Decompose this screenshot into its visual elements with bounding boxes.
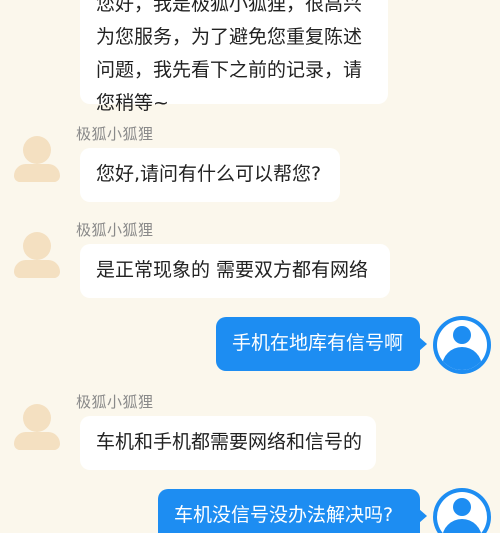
bot-message-bubble: 是正常现象的 需要双方都有网络 (80, 244, 390, 298)
bot-message-bubble: 车机和手机都需要网络和信号的 (80, 416, 376, 470)
user-avatar[interactable] (433, 488, 491, 533)
avatar-ring (437, 492, 487, 533)
avatar-head-shape (23, 232, 51, 260)
avatar-ring (437, 320, 487, 370)
message-text: 车机和手机都需要网络和信号的 (96, 431, 363, 453)
avatar-head-shape (23, 136, 51, 164)
message-line: 为您服务，为了避免您重复陈述 (96, 26, 363, 48)
message-text: 是正常现象的 需要双方都有网络 (96, 259, 369, 281)
sender-name: 极狐小狐狸 (76, 125, 154, 143)
avatar-body-shape (442, 347, 482, 370)
message-line: 您好，我是极狐小狐狸，很高兴 (96, 0, 363, 15)
user-avatar[interactable] (433, 316, 491, 374)
message-text: 手机在地库有信号啊 (232, 332, 404, 354)
bot-message-bubble: 您好，我是极狐小狐狸，很高兴 为您服务，为了避免您重复陈述 问题，我先看下之前的… (80, 0, 388, 114)
sender-name: 极狐小狐狸 (76, 393, 154, 411)
avatar-body-shape (442, 519, 482, 533)
avatar-body-shape (14, 432, 60, 450)
avatar-head-shape (453, 498, 471, 516)
message-text: 您好,请问有什么可以帮您? (96, 163, 322, 185)
message-line: 问题，我先看下之前的记录，请 (96, 59, 363, 81)
avatar-head-shape (453, 326, 471, 344)
message-text: 车机没信号没办法解决吗? (174, 504, 394, 526)
bot-avatar[interactable] (8, 128, 66, 186)
sender-name: 极狐小狐狸 (76, 221, 154, 239)
bot-message-bubble: 您好,请问有什么可以帮您? (80, 148, 340, 202)
avatar-body-shape (14, 260, 60, 278)
message-line: 您稍等~ (96, 92, 169, 114)
bot-avatar[interactable] (8, 224, 66, 282)
avatar-body-shape (14, 164, 60, 182)
avatar-head-shape (23, 404, 51, 432)
user-message-bubble: 车机没信号没办法解决吗? (158, 489, 427, 533)
bot-avatar[interactable] (8, 396, 66, 454)
user-message-bubble: 手机在地库有信号啊 (216, 317, 427, 371)
chat-window: 您好，我是极狐小狐狸，很高兴 为您服务，为了避免您重复陈述 问题，我先看下之前的… (0, 0, 500, 533)
